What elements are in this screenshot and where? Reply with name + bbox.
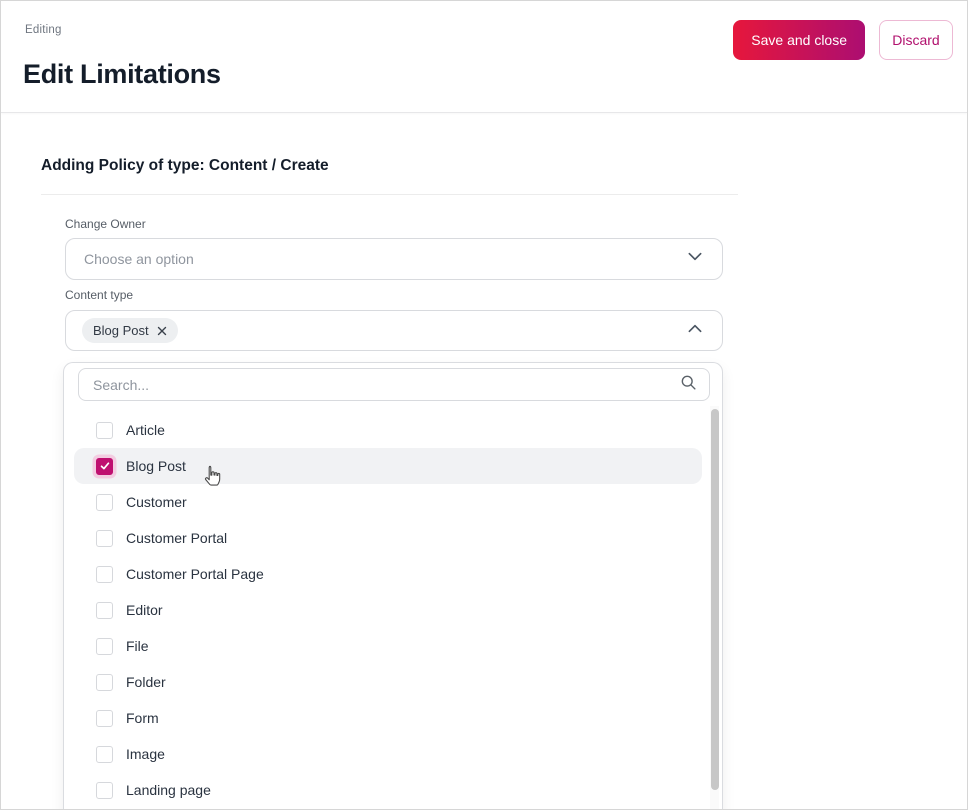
change-owner-placeholder: Choose an option	[84, 251, 194, 267]
dropdown-search-box	[78, 368, 710, 401]
option-label: Image	[126, 746, 165, 762]
selected-chip-blog-post: Blog Post	[82, 318, 178, 343]
option-row-folder[interactable]: Folder	[74, 664, 702, 700]
check-icon	[100, 462, 109, 470]
option-label: Editor	[126, 602, 163, 618]
search-icon	[680, 374, 697, 396]
checkbox-unchecked[interactable]	[96, 601, 113, 619]
checkbox-unchecked[interactable]	[96, 709, 113, 727]
option-row-customer-portal[interactable]: Customer Portal	[74, 520, 702, 556]
option-label: Folder	[126, 674, 166, 690]
checkbox-unchecked[interactable]	[96, 529, 113, 547]
content-type-dropdown-panel: Article Blog Post Customer Customer Portal C…	[63, 362, 723, 809]
option-label: Blog Post	[126, 458, 186, 474]
checkbox-unchecked[interactable]	[96, 673, 113, 691]
option-row-landing-page[interactable]: Landing page	[74, 772, 702, 808]
page-title: Edit Limitations	[23, 59, 221, 89]
option-row-file[interactable]: File	[74, 628, 702, 664]
change-owner-label: Change Owner	[65, 217, 146, 231]
option-label: Form	[126, 710, 159, 726]
change-owner-select[interactable]: Choose an option	[65, 238, 723, 280]
chevron-down-icon	[686, 248, 704, 271]
dropdown-scrollbar-thumb[interactable]	[711, 409, 719, 790]
search-input[interactable]	[93, 376, 680, 393]
edit-limitations-page: Editing Edit Limitations Save and close …	[0, 0, 968, 810]
save-and-close-button[interactable]: Save and close	[733, 20, 865, 60]
checkbox-unchecked[interactable]	[96, 781, 113, 799]
breadcrumb-editing: Editing	[25, 24, 62, 36]
option-row-form[interactable]: Form	[74, 700, 702, 736]
option-row-customer[interactable]: Customer	[74, 484, 702, 520]
checkbox-unchecked[interactable]	[96, 421, 113, 439]
section-title: Adding Policy of type: Content / Create	[41, 157, 329, 174]
checkbox-checked[interactable]	[96, 457, 113, 475]
discard-button[interactable]: Discard	[879, 20, 953, 60]
checkbox-unchecked[interactable]	[96, 493, 113, 511]
option-row-blog-post[interactable]: Blog Post	[74, 448, 702, 484]
close-icon[interactable]	[157, 326, 167, 336]
option-label: Customer Portal	[126, 530, 228, 546]
chip-label: Blog Post	[93, 323, 149, 338]
option-label: Landing page	[126, 782, 211, 798]
checkbox-unchecked[interactable]	[96, 745, 113, 763]
option-label: Article	[126, 422, 165, 438]
option-row-article[interactable]: Article	[74, 412, 702, 448]
content-type-label: Content type	[65, 288, 134, 302]
option-row-customer-portal-page[interactable]: Customer Portal Page	[74, 556, 702, 592]
option-label: File	[126, 638, 149, 654]
option-row-image[interactable]: Image	[74, 736, 702, 772]
option-row-editor[interactable]: Editor	[74, 592, 702, 628]
page-header: Editing Edit Limitations Save and close …	[1, 1, 967, 113]
content-type-select[interactable]: Blog Post	[65, 310, 723, 351]
option-label: Customer	[126, 494, 187, 510]
chevron-up-icon	[686, 319, 704, 342]
option-label: Customer Portal Page	[126, 566, 264, 582]
checkbox-unchecked[interactable]	[96, 637, 113, 655]
section-divider	[41, 194, 738, 195]
checkbox-unchecked[interactable]	[96, 565, 113, 583]
